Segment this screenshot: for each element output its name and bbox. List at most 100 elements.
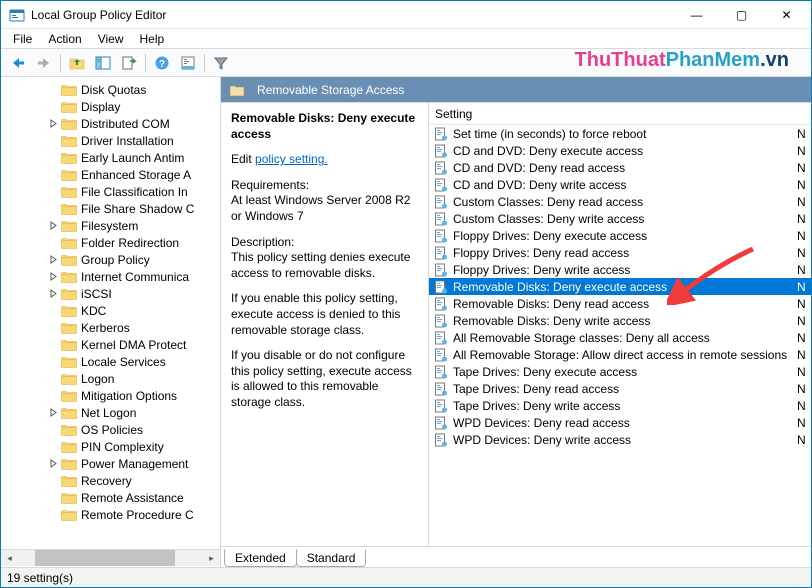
expand-icon[interactable] bbox=[47, 271, 59, 283]
tree-item[interactable]: Display bbox=[1, 98, 220, 115]
expand-icon[interactable] bbox=[47, 407, 59, 419]
setting-label: CD and DVD: Deny read access bbox=[453, 161, 797, 175]
properties-button[interactable] bbox=[176, 52, 200, 74]
menu-view[interactable]: View bbox=[90, 30, 132, 48]
tree-item[interactable]: Early Launch Antim bbox=[1, 149, 220, 166]
setting-row[interactable]: CD and DVD: Deny read accessN bbox=[429, 159, 811, 176]
no-expand bbox=[47, 424, 59, 436]
folder-icon bbox=[61, 236, 77, 249]
tree-item[interactable]: KDC bbox=[1, 302, 220, 319]
tab-standard[interactable]: Standard bbox=[296, 550, 367, 567]
setting-row[interactable]: All Removable Storage classes: Deny all … bbox=[429, 329, 811, 346]
expand-icon[interactable] bbox=[47, 254, 59, 266]
tree-item[interactable]: Distributed COM bbox=[1, 115, 220, 132]
tree-item[interactable]: OS Policies bbox=[1, 421, 220, 438]
tree-item[interactable]: Folder Redirection bbox=[1, 234, 220, 251]
filter-button[interactable] bbox=[209, 52, 233, 74]
toolbar-separator bbox=[60, 54, 61, 72]
tree-item-label: Net Logon bbox=[81, 406, 136, 420]
tree-item[interactable]: Logon bbox=[1, 370, 220, 387]
tree-item[interactable]: PIN Complexity bbox=[1, 438, 220, 455]
show-hide-tree-button[interactable] bbox=[91, 52, 115, 74]
folder-icon bbox=[61, 83, 77, 96]
tree-item[interactable]: Filesystem bbox=[1, 217, 220, 234]
setting-row[interactable]: CD and DVD: Deny execute accessN bbox=[429, 142, 811, 159]
folder-icon bbox=[61, 355, 77, 368]
column-state[interactable] bbox=[795, 112, 811, 116]
tree-item[interactable]: Net Logon bbox=[1, 404, 220, 421]
settings-list-header[interactable]: Setting bbox=[429, 103, 811, 125]
folder-icon bbox=[61, 440, 77, 453]
tree-item[interactable]: Kerberos bbox=[1, 319, 220, 336]
tree-item[interactable]: Driver Installation bbox=[1, 132, 220, 149]
enable-text: If you enable this policy setting, execu… bbox=[231, 291, 418, 338]
setting-row[interactable]: Removable Disks: Deny write accessN bbox=[429, 312, 811, 329]
column-setting[interactable]: Setting bbox=[429, 105, 795, 123]
setting-state: N bbox=[797, 280, 811, 294]
tab-extended[interactable]: Extended bbox=[224, 549, 297, 567]
help-button[interactable]: ? bbox=[150, 52, 174, 74]
tree-item[interactable]: Remote Assistance bbox=[1, 489, 220, 506]
no-expand bbox=[47, 339, 59, 351]
tree-pane: Disk QuotasDisplayDistributed COMDriver … bbox=[1, 77, 221, 567]
setting-row[interactable]: Custom Classes: Deny read accessN bbox=[429, 193, 811, 210]
tree-item[interactable]: File Classification In bbox=[1, 183, 220, 200]
tree-item[interactable]: Recovery bbox=[1, 472, 220, 489]
folder-icon bbox=[61, 491, 77, 504]
maximize-button[interactable]: ▢ bbox=[719, 1, 764, 29]
tree-item[interactable]: Enhanced Storage A bbox=[1, 166, 220, 183]
setting-row[interactable]: Floppy Drives: Deny read accessN bbox=[429, 244, 811, 261]
forward-button[interactable] bbox=[32, 52, 56, 74]
tree-item-label: Folder Redirection bbox=[81, 236, 179, 250]
setting-row[interactable]: Removable Disks: Deny execute accessN bbox=[429, 278, 811, 295]
tree-item[interactable]: Remote Procedure C bbox=[1, 506, 220, 523]
setting-label: CD and DVD: Deny execute access bbox=[453, 144, 797, 158]
no-expand bbox=[47, 322, 59, 334]
expand-icon[interactable] bbox=[47, 288, 59, 300]
setting-row[interactable]: Set time (in seconds) to force rebootN bbox=[429, 125, 811, 142]
status-text: 19 setting(s) bbox=[7, 571, 73, 585]
expand-icon[interactable] bbox=[47, 220, 59, 232]
tree-item[interactable]: Mitigation Options bbox=[1, 387, 220, 404]
setting-row[interactable]: Removable Disks: Deny read accessN bbox=[429, 295, 811, 312]
setting-row[interactable]: Tape Drives: Deny write accessN bbox=[429, 397, 811, 414]
edit-policy-link[interactable]: policy setting. bbox=[255, 152, 328, 166]
setting-label: All Removable Storage classes: Deny all … bbox=[453, 331, 797, 345]
tree-horizontal-scrollbar[interactable]: ◂▸ bbox=[1, 549, 220, 566]
menu-action[interactable]: Action bbox=[40, 30, 89, 48]
setting-row[interactable]: All Removable Storage: Allow direct acce… bbox=[429, 346, 811, 363]
folder-icon bbox=[61, 406, 77, 419]
tree-item[interactable]: iSCSI bbox=[1, 285, 220, 302]
back-button[interactable] bbox=[6, 52, 30, 74]
setting-state: N bbox=[797, 195, 811, 209]
tree-item[interactable]: Kernel DMA Protect bbox=[1, 336, 220, 353]
tree-item[interactable]: Group Policy bbox=[1, 251, 220, 268]
setting-row[interactable]: Floppy Drives: Deny execute accessN bbox=[429, 227, 811, 244]
setting-row[interactable]: CD and DVD: Deny write accessN bbox=[429, 176, 811, 193]
close-button[interactable]: ✕ bbox=[764, 1, 809, 29]
no-expand bbox=[47, 186, 59, 198]
setting-row[interactable]: Floppy Drives: Deny write accessN bbox=[429, 261, 811, 278]
minimize-button[interactable]: — bbox=[674, 1, 719, 29]
menu-file[interactable]: File bbox=[5, 30, 40, 48]
tree-item[interactable]: Power Management bbox=[1, 455, 220, 472]
setting-row[interactable]: WPD Devices: Deny read accessN bbox=[429, 414, 811, 431]
tree-item[interactable]: Internet Communica bbox=[1, 268, 220, 285]
setting-row[interactable]: Custom Classes: Deny write accessN bbox=[429, 210, 811, 227]
expand-icon[interactable] bbox=[47, 458, 59, 470]
policy-icon bbox=[433, 313, 449, 329]
no-expand bbox=[47, 475, 59, 487]
export-button[interactable] bbox=[117, 52, 141, 74]
setting-row[interactable]: Tape Drives: Deny read accessN bbox=[429, 380, 811, 397]
expand-icon[interactable] bbox=[47, 118, 59, 130]
setting-row[interactable]: WPD Devices: Deny write accessN bbox=[429, 431, 811, 448]
policy-icon bbox=[433, 143, 449, 159]
setting-label: Custom Classes: Deny write access bbox=[453, 212, 797, 226]
settings-list-pane: Setting Set time (in seconds) to force r… bbox=[429, 103, 811, 546]
tree-item[interactable]: Disk Quotas bbox=[1, 81, 220, 98]
tree-item[interactable]: Locale Services bbox=[1, 353, 220, 370]
tree-item[interactable]: File Share Shadow C bbox=[1, 200, 220, 217]
menu-help[interactable]: Help bbox=[132, 30, 173, 48]
up-button[interactable] bbox=[65, 52, 89, 74]
setting-row[interactable]: Tape Drives: Deny execute accessN bbox=[429, 363, 811, 380]
